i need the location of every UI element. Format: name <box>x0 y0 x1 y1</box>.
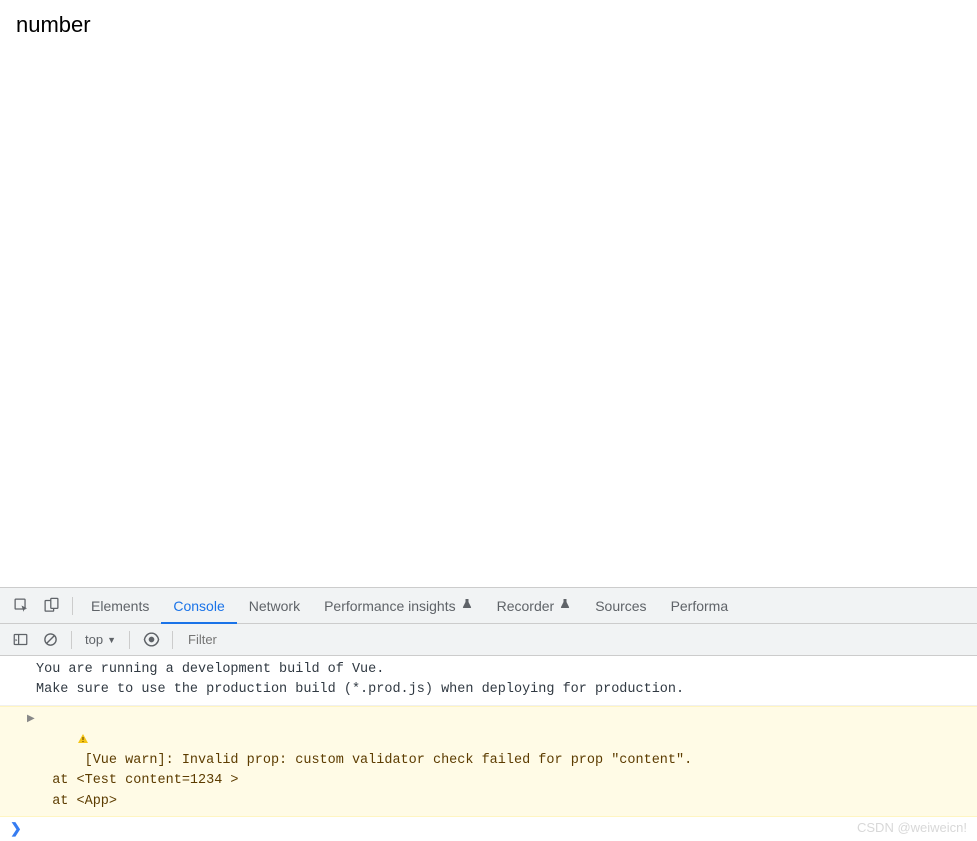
tab-label: Network <box>249 598 300 614</box>
context-label: top <box>85 632 103 647</box>
tab-network[interactable]: Network <box>237 588 312 623</box>
page-content: number <box>0 0 977 587</box>
watermark: CSDN @weiweicn! <box>857 820 967 835</box>
flask-icon <box>559 597 571 614</box>
sidebar-toggle-icon[interactable] <box>9 629 31 651</box>
tab-label: Performa <box>671 598 729 614</box>
live-expression-icon[interactable] <box>140 629 162 651</box>
divider <box>172 631 173 649</box>
filter-input[interactable] <box>180 629 971 651</box>
console-text: Make sure to use the production build (*… <box>36 682 684 697</box>
devtools-tab-bar: Elements Console Network Performance ins… <box>0 588 977 624</box>
prompt-icon: ❯ <box>10 822 22 838</box>
tab-console[interactable]: Console <box>161 588 236 623</box>
tab-performance[interactable]: Performa <box>659 588 741 623</box>
divider <box>71 631 72 649</box>
device-toggle-icon[interactable] <box>42 597 60 615</box>
watermark-text: CSDN @weiweicn! <box>857 820 967 835</box>
console-text: [Vue warn]: Invalid prop: custom validat… <box>85 753 701 768</box>
tab-label: Sources <box>595 598 646 614</box>
divider <box>129 631 130 649</box>
tab-label: Elements <box>91 598 149 614</box>
console-text: You are running a development build of V… <box>36 662 384 677</box>
console-message-warning[interactable]: ▶ [Vue warn]: Invalid prop: custom valida… <box>0 706 977 817</box>
chevron-down-icon: ▼ <box>107 635 116 645</box>
tab-label: Performance insights <box>324 598 456 614</box>
tab-performance-insights[interactable]: Performance insights <box>312 588 485 623</box>
console-text: at <App> <box>36 794 117 809</box>
tab-elements[interactable]: Elements <box>79 588 161 623</box>
content-text: number <box>16 12 91 37</box>
expand-arrow-icon[interactable]: ▶ <box>27 712 35 727</box>
console-body[interactable]: You are running a development build of V… <box>0 656 977 841</box>
tab-label: Console <box>173 598 224 614</box>
tab-recorder[interactable]: Recorder <box>485 588 584 623</box>
console-toolbar: top ▼ <box>0 624 977 656</box>
warning-icon <box>12 713 89 774</box>
console-text: at <Test content=1234 > <box>36 773 247 788</box>
flask-icon <box>461 597 473 614</box>
tab-sources[interactable]: Sources <box>583 588 658 623</box>
console-message-info: You are running a development build of V… <box>0 656 977 706</box>
devtools-panel: Elements Console Network Performance ins… <box>0 587 977 841</box>
context-selector[interactable]: top ▼ <box>79 632 122 647</box>
tab-label: Recorder <box>497 598 555 614</box>
divider <box>72 597 73 615</box>
inspect-element-icon[interactable] <box>12 597 30 615</box>
console-prompt[interactable]: ❯ <box>0 817 977 841</box>
clear-console-icon[interactable] <box>39 629 61 651</box>
